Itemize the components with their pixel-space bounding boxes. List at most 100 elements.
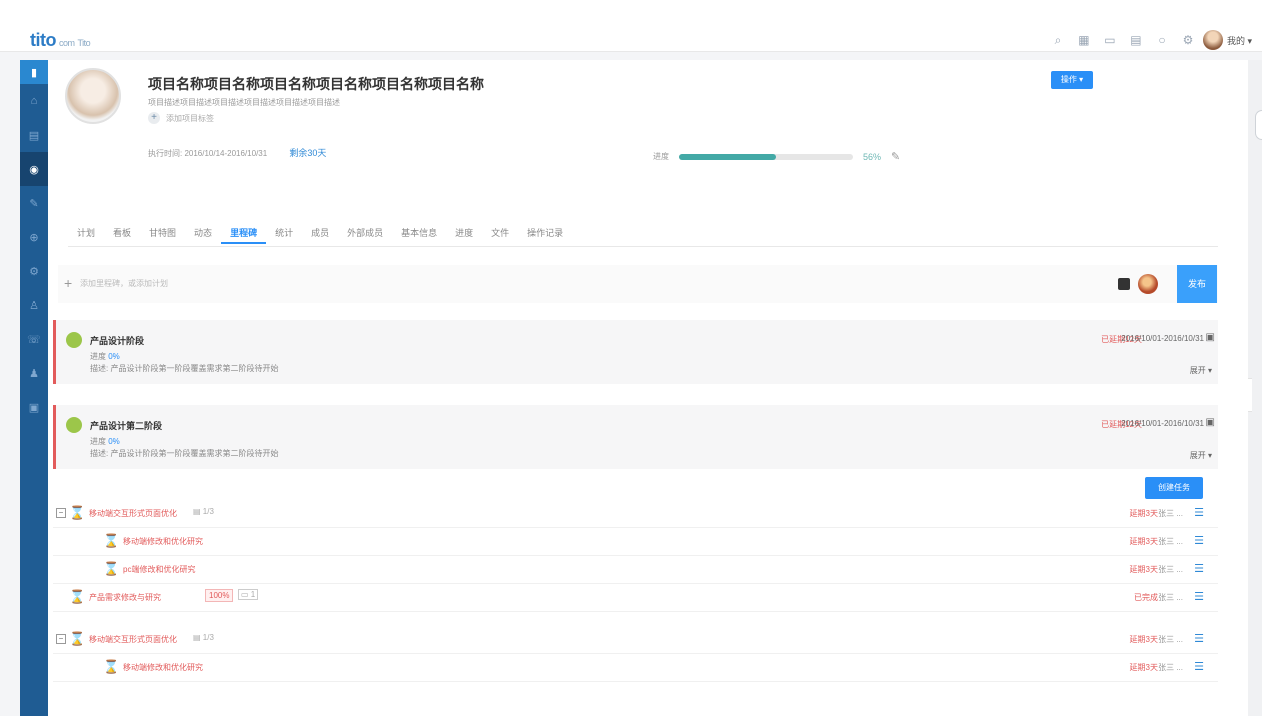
expand-button[interactable]: 展开 ▾ bbox=[1190, 450, 1212, 461]
app-logo[interactable]: tito com Tito bbox=[30, 30, 91, 51]
tab-milestone[interactable]: 里程碑 bbox=[221, 222, 267, 244]
tab-files[interactable]: 文件 bbox=[482, 222, 518, 244]
hourglass-icon: ⌛ bbox=[69, 631, 86, 646]
sidebar-item-list[interactable]: ▤ bbox=[20, 118, 48, 152]
add-milestone-bar[interactable]: + 添加里程碑，或添加计划 bbox=[58, 265, 1218, 303]
sidebar-item-settings[interactable]: ⚙ bbox=[20, 254, 48, 288]
milestone-description: 描述: 产品设计阶段第一阶段覆盖需求第二阶段待开始 bbox=[90, 364, 279, 373]
task-status: 延期3天 bbox=[1129, 635, 1158, 644]
tab-gantt[interactable]: 甘特图 bbox=[140, 222, 185, 244]
sidebar-item-edit[interactable]: ✎ bbox=[20, 186, 48, 220]
collapse-toggle[interactable]: − bbox=[56, 634, 66, 644]
sidebar-item-contacts[interactable]: ♙ bbox=[20, 288, 48, 322]
format-icon[interactable] bbox=[1118, 278, 1130, 290]
hourglass-icon: ⌛ bbox=[103, 659, 120, 674]
task-menu-icon[interactable]: ☰ bbox=[1194, 660, 1204, 673]
milestone-card[interactable]: 产品设计阶段 进度 0% 描述: 产品设计阶段第一阶段覆盖需求第二阶段待开始 已… bbox=[53, 320, 1218, 384]
task-menu-icon[interactable]: ☰ bbox=[1194, 590, 1204, 603]
assignee-avatar[interactable] bbox=[1138, 274, 1158, 294]
calendar-icon[interactable]: ▣ bbox=[1206, 332, 1215, 343]
collapse-handle-top[interactable] bbox=[1255, 110, 1262, 140]
progress-bar-fill bbox=[679, 153, 777, 160]
task-owner[interactable]: 张三 ... bbox=[1158, 536, 1183, 547]
task-row[interactable]: ⌛ 产品需求修改与研究 100% ▭ 1 已完成 张三 ... ☰ bbox=[53, 584, 1218, 612]
task-menu-icon[interactable]: ☰ bbox=[1194, 562, 1204, 575]
add-milestone-input[interactable]: 添加里程碑，或添加计划 bbox=[80, 278, 168, 289]
milestone-card[interactable]: 产品设计第二阶段 进度 0% 描述: 产品设计阶段第一阶段覆盖需求第二阶段待开始… bbox=[53, 405, 1218, 469]
tab-basic-info[interactable]: 基本信息 bbox=[392, 222, 446, 244]
task-menu-icon[interactable]: ☰ bbox=[1194, 506, 1204, 519]
task-menu-icon[interactable]: ☰ bbox=[1194, 534, 1204, 547]
task-owner[interactable]: 张三 ... bbox=[1158, 564, 1183, 575]
task-owner[interactable]: 张三 ... bbox=[1158, 592, 1183, 603]
publish-button[interactable]: 发布 bbox=[1177, 265, 1217, 303]
task-owner[interactable]: 张三 ... bbox=[1158, 662, 1183, 673]
tab-op-log[interactable]: 操作记录 bbox=[518, 222, 572, 244]
add-tag-button[interactable]: + 添加项目标签 bbox=[148, 112, 214, 124]
task-name[interactable]: 移动端交互形式页面优化 bbox=[89, 634, 177, 645]
milestone-name: 产品设计第二阶段 bbox=[90, 421, 163, 431]
milestone-progress: 进度 0% bbox=[90, 352, 120, 361]
milestone-description: 描述: 产品设计阶段第一阶段覆盖需求第二阶段待开始 bbox=[90, 449, 279, 458]
collapse-toggle[interactable]: − bbox=[56, 508, 66, 518]
grid-icon[interactable]: ▦ bbox=[1073, 31, 1095, 49]
project-title: 项目名称项目名称项目名称项目名称项目名称项目名称 bbox=[148, 76, 484, 92]
task-name[interactable]: 产品需求修改与研究 bbox=[89, 592, 161, 603]
user-avatar[interactable] bbox=[1202, 30, 1223, 50]
doc-icon[interactable]: ▤ bbox=[1125, 31, 1147, 49]
task-row[interactable]: − ⌛ 移动端交互形式页面优化 ▤ 1/3 延期3天 张三 ... ☰ bbox=[53, 626, 1218, 654]
plus-icon: + bbox=[64, 275, 73, 291]
project-meta: 执行时间: 2016/10/14-2016/10/31 剩余30天 bbox=[148, 148, 327, 158]
sidebar-item-add[interactable]: ⊕ bbox=[20, 220, 48, 254]
task-name[interactable]: 移动端修改和优化研究 bbox=[123, 662, 203, 673]
task-owner[interactable]: 张三 ... bbox=[1158, 634, 1183, 645]
task-owner[interactable]: 张三 ... bbox=[1158, 508, 1183, 519]
project-description: 项目描述项目描述项目描述项目描述项目描述项目描述 bbox=[148, 98, 340, 107]
bell-icon[interactable]: ○ bbox=[1151, 31, 1173, 49]
tabs-divider bbox=[68, 246, 1218, 247]
tab-board[interactable]: 看板 bbox=[104, 222, 140, 244]
calendar-icon[interactable]: ▭ bbox=[1099, 31, 1121, 49]
tab-progress[interactable]: 进度 bbox=[446, 222, 482, 244]
sidebar-item-home[interactable]: ⌂ bbox=[20, 84, 48, 118]
expand-button[interactable]: 展开 ▾ bbox=[1190, 365, 1212, 376]
sidebar-item-phone[interactable]: ☏ bbox=[20, 322, 48, 356]
tab-external-members[interactable]: 外部成员 bbox=[338, 222, 392, 244]
tab-plan[interactable]: 计划 bbox=[68, 222, 104, 244]
edit-pencil-icon[interactable]: ✎ bbox=[891, 150, 900, 163]
project-header: 项目名称项目名称项目名称项目名称项目名称项目名称 项目描述项目描述项目描述项目描… bbox=[48, 60, 1248, 180]
hourglass-icon: ⌛ bbox=[69, 505, 86, 520]
milestone-status-dot bbox=[66, 332, 82, 348]
task-name[interactable]: pc端修改和优化研究 bbox=[123, 564, 195, 575]
sidebar-item-apps[interactable]: ▣ bbox=[20, 390, 48, 424]
task-status: 延期3天 bbox=[1129, 663, 1158, 672]
sidebar-item-menu[interactable]: ▮ bbox=[20, 60, 48, 84]
milestone-status-dot bbox=[66, 417, 82, 433]
search-icon[interactable]: ⌕ bbox=[1047, 31, 1069, 49]
task-row[interactable]: ⌛ pc端修改和优化研究 延期3天 张三 ... ☰ bbox=[53, 556, 1218, 584]
task-name[interactable]: 移动端交互形式页面优化 bbox=[89, 508, 177, 519]
tab-members[interactable]: 成员 bbox=[302, 222, 338, 244]
task-row[interactable]: − ⌛ 移动端交互形式页面优化 ▤ 1/3 延期3天 张三 ... ☰ bbox=[53, 500, 1218, 528]
tab-stats[interactable]: 统计 bbox=[266, 222, 302, 244]
user-menu[interactable]: 我的 ▾ bbox=[1227, 34, 1252, 47]
sidebar-item-user[interactable]: ♟ bbox=[20, 356, 48, 390]
task-menu-icon[interactable]: ☰ bbox=[1194, 632, 1204, 645]
settings-icon[interactable]: ⚙ bbox=[1177, 31, 1199, 49]
calendar-icon[interactable]: ▣ bbox=[1206, 417, 1215, 428]
milestone-progress: 进度 0% bbox=[90, 437, 120, 446]
days-remaining: 剩余30天 bbox=[289, 148, 327, 158]
task-row[interactable]: ⌛ 移动端修改和优化研究 延期3天 张三 ... ☰ bbox=[53, 528, 1218, 556]
operate-button[interactable]: 操作 ▾ bbox=[1051, 71, 1093, 89]
subtask-count: ▤ 1/3 bbox=[193, 633, 214, 642]
tab-activity[interactable]: 动态 bbox=[185, 222, 221, 244]
attachment-count[interactable]: ▭ 1 bbox=[238, 589, 259, 600]
task-name[interactable]: 移动端修改和优化研究 bbox=[123, 536, 203, 547]
sidebar-item-projects[interactable]: ◉ bbox=[20, 152, 48, 186]
task-row[interactable]: ⌛ 移动端修改和优化研究 延期3天 张三 ... ☰ bbox=[53, 654, 1218, 682]
new-task-button[interactable]: 创建任务 bbox=[1145, 477, 1203, 499]
milestone-dates: 2016/10/01-2016/10/31 bbox=[1121, 334, 1204, 343]
task-status: 延期3天 bbox=[1129, 509, 1158, 518]
hourglass-icon: ⌛ bbox=[103, 561, 120, 576]
top-toolbar: ⌕ ▦ ▭ ▤ ○ ⚙ 我的 ▾ bbox=[1043, 30, 1252, 50]
